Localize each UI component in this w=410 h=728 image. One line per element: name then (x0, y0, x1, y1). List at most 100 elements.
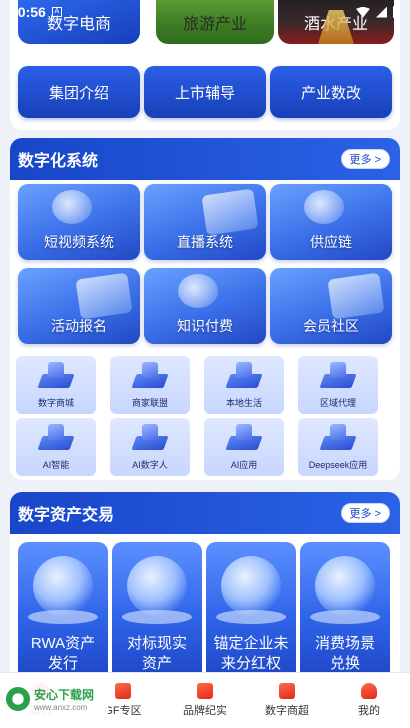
live-stream-tile[interactable]: 直播系统 (144, 184, 266, 260)
tile-label-line1: 对标现实 (126, 635, 187, 652)
tab-digital-mart[interactable]: 数字商超 (246, 673, 328, 728)
brand-icon (197, 683, 213, 699)
digital-system-section: 数字化系统 更多 > 短视频系统 直播系统 供应链 活动报名 知识付费 会员社区 (10, 138, 400, 480)
pedestal (310, 610, 380, 624)
digital-mall-tile[interactable]: 数字商城 (16, 356, 96, 414)
tile-illustration (304, 190, 344, 224)
tile-label: 供应链 (310, 234, 352, 250)
digital-assets-section: 数字资产交易 更多 > RWA资产 发行 对标现实 资产 锚定企业未 来分红权 … (10, 492, 400, 672)
status-time: 10:56 (10, 4, 46, 20)
dividend-right-tile[interactable]: 锚定企业未 来分红权 (206, 542, 296, 672)
ai-app-icon (225, 424, 263, 450)
tile-label-line2: 兑换 (329, 655, 360, 672)
wifi-icon (356, 6, 370, 18)
event-signup-tile[interactable]: 活动报名 (18, 268, 140, 344)
deepseek-app-tile[interactable]: Deepseek应用 (298, 418, 378, 476)
tab-brand-story[interactable]: 品牌纪实 (164, 673, 246, 728)
tile-label: 商家联盟 (131, 398, 168, 408)
status-bar: 10:56 A (0, 0, 410, 24)
notification-icon: A (51, 7, 62, 17)
section-title: 数字化系统 (18, 153, 99, 170)
tile-label: Deepseek应用 (308, 460, 368, 470)
more-button[interactable]: 更多 > (340, 503, 390, 523)
tab-mine[interactable]: 我的 (328, 673, 410, 728)
more-button[interactable]: 更多 > (340, 149, 390, 169)
local-life-tile[interactable]: 本地生活 (204, 356, 284, 414)
watermark-overlay: 安心下载网 www.anxz.com (4, 674, 108, 724)
tile-label: 消费场景 兑换 (304, 634, 386, 672)
tile-illustration (178, 274, 218, 308)
industry-digital-button[interactable]: 产业数改 (270, 66, 392, 118)
tab-label: 我的 (358, 705, 380, 717)
status-icons (356, 6, 400, 18)
asset-illustration (221, 556, 281, 616)
pedestal (122, 610, 192, 624)
watermark-text: 安心下载网 www.anxz.com (34, 686, 94, 712)
group-intro-button[interactable]: 集团介绍 (18, 66, 140, 118)
tile-label-line1: RWA资产 (30, 635, 96, 652)
merchant-alliance-tile[interactable]: 商家联盟 (110, 356, 190, 414)
pedestal (28, 610, 98, 624)
battery-icon (393, 6, 400, 18)
mall-icon (37, 362, 75, 388)
gift-icon (115, 683, 131, 699)
ai-smart-tile[interactable]: AI智能 (16, 418, 96, 476)
tile-label: 本地生活 (225, 398, 262, 408)
tile-label: 区域代理 (319, 398, 356, 408)
tile-label: 短视频系统 (44, 234, 114, 250)
asset-illustration (127, 556, 187, 616)
tile-label-line2: 资产 (141, 655, 172, 672)
rwa-issue-tile[interactable]: RWA资产 发行 (18, 542, 108, 672)
knowledge-paid-tile[interactable]: 知识付费 (144, 268, 266, 344)
regional-agent-tile[interactable]: 区域代理 (298, 356, 378, 414)
asset-illustration (33, 556, 93, 616)
tile-label-line2: 发行 (47, 655, 78, 672)
tile-label: 锚定企业未 来分红权 (210, 634, 292, 672)
section-title: 数字资产交易 (18, 507, 115, 524)
tile-label: 知识付费 (177, 318, 233, 334)
member-community-tile[interactable]: 会员社区 (270, 268, 392, 344)
tile-illustration (201, 188, 259, 236)
ai-icon (37, 424, 75, 450)
tile-illustration (52, 190, 92, 224)
pedestal (216, 610, 286, 624)
local-life-icon (225, 362, 263, 388)
consumption-exchange-tile[interactable]: 消费场景 兑换 (300, 542, 390, 672)
section-header: 数字资产交易 更多 > (10, 492, 400, 534)
tab-label: GF专区 (104, 705, 142, 717)
tile-label: AI应用 (230, 460, 258, 470)
tile-label: 对标现实 资产 (116, 634, 198, 672)
tab-label: 数字商超 (265, 705, 309, 717)
scroll-content[interactable]: 数字电商 旅游产业 酒水产业 集团介绍 上市辅导 产业数改 数字化系统 更多 >… (0, 0, 410, 672)
tile-label: 直播系统 (177, 234, 233, 250)
watermark-sub: www.anxz.com (34, 703, 88, 712)
lantern-icon (361, 683, 377, 699)
watermark-main: 安心下载网 (34, 688, 95, 702)
tile-label: 活动报名 (51, 318, 107, 334)
tile-label: AI数字人 (132, 460, 168, 470)
tile-illustration (327, 272, 385, 320)
tile-label-line1: 锚定企业未 (213, 635, 289, 652)
ai-app-tile[interactable]: AI应用 (204, 418, 284, 476)
supply-chain-tile[interactable]: 供应链 (270, 184, 392, 260)
tile-label: 会员社区 (303, 318, 359, 334)
watermark-logo-icon (6, 687, 30, 711)
tile-label: RWA资产 发行 (22, 634, 104, 672)
alliance-icon (131, 362, 169, 388)
short-video-tile[interactable]: 短视频系统 (18, 184, 140, 260)
signal-icon (376, 6, 387, 18)
tile-label-line1: 消费场景 (314, 635, 375, 652)
ai-digital-human-tile[interactable]: AI数字人 (110, 418, 190, 476)
section-header: 数字化系统 更多 > (10, 138, 400, 180)
agent-icon (319, 362, 357, 388)
real-asset-tile[interactable]: 对标现实 资产 (112, 542, 202, 672)
tile-illustration (75, 272, 133, 320)
tab-label: 品牌纪实 (183, 705, 227, 717)
listing-guidance-button[interactable]: 上市辅导 (144, 66, 266, 118)
mart-icon (279, 683, 295, 699)
tile-label: 数字商城 (37, 398, 74, 408)
tile-label-line2: 来分红权 (220, 655, 281, 672)
asset-illustration (315, 556, 375, 616)
tile-label: AI智能 (42, 460, 70, 470)
deepseek-icon (319, 424, 357, 450)
